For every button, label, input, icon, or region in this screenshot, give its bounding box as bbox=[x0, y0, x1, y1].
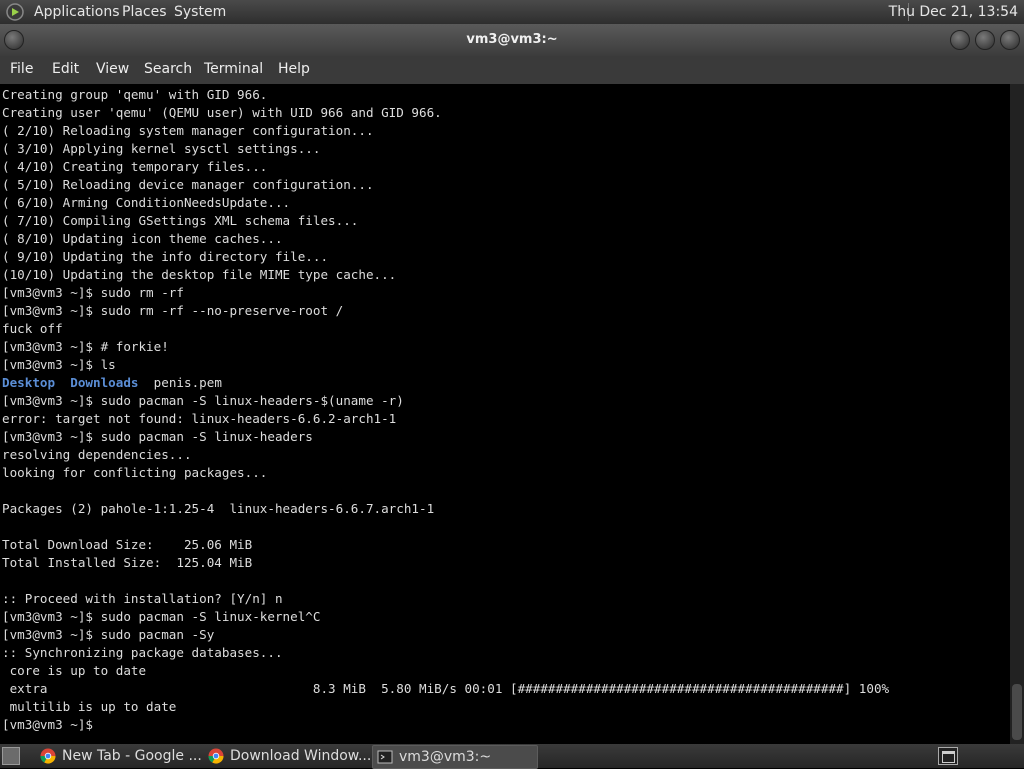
terminal-line: looking for conflicting packages... bbox=[2, 465, 268, 480]
terminal-line: Desktop Downloads penis.pem bbox=[2, 374, 222, 392]
terminal-line: fuck off bbox=[2, 321, 63, 336]
terminal-line: [vm3@vm3 ~]$ ls bbox=[2, 357, 116, 372]
task-label: vm3@vm3:~ bbox=[399, 749, 492, 765]
window-title: vm3@vm3:~ bbox=[466, 32, 558, 47]
terminal-line: [vm3@vm3 ~]$ sudo pacman -S linux-kernel… bbox=[2, 609, 321, 624]
menu-file[interactable]: File bbox=[10, 61, 33, 77]
terminal-line: [vm3@vm3 ~]$ sudo rm -rf --no-preserve-r… bbox=[2, 303, 344, 318]
terminal-line: [vm3@vm3 ~]$ bbox=[2, 717, 101, 732]
ls-directory: Downloads bbox=[70, 375, 139, 390]
terminal-line: ( 7/10) Compiling GSettings XML schema f… bbox=[2, 213, 359, 228]
terminal-line: Creating user 'qemu' (QEMU user) with UI… bbox=[2, 105, 442, 120]
terminal-line: multilib is up to date bbox=[2, 699, 177, 714]
terminal-line: [vm3@vm3 ~]$ # forkie! bbox=[2, 339, 169, 354]
gnome-foot-icon[interactable] bbox=[6, 3, 24, 21]
terminal-line: Creating group 'qemu' with GID 966. bbox=[2, 87, 268, 102]
terminal-line: core is up to date bbox=[2, 663, 147, 678]
terminal-line: [vm3@vm3 ~]$ sudo rm -rf bbox=[2, 285, 184, 300]
terminal-output[interactable]: Creating group 'qemu' with GID 966. Creat… bbox=[0, 84, 1010, 744]
menu-help[interactable]: Help bbox=[278, 61, 310, 77]
terminal-line: ( 2/10) Reloading system manager configu… bbox=[2, 123, 374, 138]
terminal-line: Total Installed Size: 125.04 MiB bbox=[2, 555, 253, 570]
terminal-line: [vm3@vm3 ~]$ sudo pacman -S linux-header… bbox=[2, 429, 313, 444]
task-terminal[interactable]: vm3@vm3:~ bbox=[372, 745, 538, 769]
menu-edit[interactable]: Edit bbox=[52, 61, 79, 77]
clock[interactable]: Thu Dec 21, 13:54 bbox=[889, 4, 1018, 20]
window-titlebar[interactable]: vm3@vm3:~ bbox=[0, 24, 1024, 56]
terminal-line: resolving dependencies... bbox=[2, 447, 192, 462]
menu-terminal[interactable]: Terminal bbox=[204, 61, 263, 77]
scrollbar-thumb[interactable] bbox=[1012, 684, 1022, 740]
terminal-line: Total Download Size: 25.06 MiB bbox=[2, 537, 253, 552]
terminal-line: [vm3@vm3 ~]$ sudo pacman -Sy bbox=[2, 627, 215, 642]
places-menu[interactable]: Places bbox=[122, 4, 167, 20]
ls-directory: Desktop bbox=[2, 375, 56, 390]
task-download-window[interactable]: Download Window... bbox=[204, 745, 371, 767]
ls-file: penis.pem bbox=[153, 375, 222, 390]
chrome-icon bbox=[40, 748, 56, 764]
terminal-line: ( 9/10) Updating the info directory file… bbox=[2, 249, 329, 264]
menu-view[interactable]: View bbox=[96, 61, 129, 77]
terminal-line: ( 3/10) Applying kernel sysctl settings.… bbox=[2, 141, 321, 156]
terminal-scrollbar[interactable] bbox=[1010, 84, 1024, 744]
terminal-line: ( 8/10) Updating icon theme caches... bbox=[2, 231, 283, 246]
terminal-line: ( 4/10) Creating temporary files... bbox=[2, 159, 268, 174]
show-desktop-icon[interactable] bbox=[2, 747, 20, 765]
terminal-line: extra 8.3 MiB 5.80 MiB/s 00:01 [########… bbox=[2, 681, 890, 696]
minimize-button[interactable] bbox=[950, 30, 970, 50]
task-new-tab[interactable]: New Tab - Google ... bbox=[36, 745, 202, 767]
terminal-line: error: target not found: linux-headers-6… bbox=[2, 411, 397, 426]
maximize-button[interactable] bbox=[975, 30, 995, 50]
system-menu[interactable]: System bbox=[174, 4, 226, 20]
applications-menu[interactable]: Applications bbox=[34, 4, 120, 20]
tray-terminal-icon[interactable] bbox=[938, 747, 958, 765]
terminal-line: :: Synchronizing package databases... bbox=[2, 645, 283, 660]
terminal-line: Packages (2) pahole-1:1.25-4 linux-heade… bbox=[2, 501, 435, 516]
terminal-line: [vm3@vm3 ~]$ sudo pacman -S linux-header… bbox=[2, 393, 404, 408]
menu-search[interactable]: Search bbox=[144, 61, 192, 77]
terminal-icon bbox=[377, 750, 393, 764]
task-label: Download Window... bbox=[230, 748, 372, 764]
terminal-line: ( 6/10) Arming ConditionNeedsUpdate... bbox=[2, 195, 291, 210]
terminal-line: ( 5/10) Reloading device manager configu… bbox=[2, 177, 374, 192]
task-label: New Tab - Google ... bbox=[62, 748, 202, 764]
chrome-icon bbox=[208, 748, 224, 764]
terminal-line: (10/10) Updating the desktop file MIME t… bbox=[2, 267, 397, 282]
bottom-taskbar: New Tab - Google ... Download Window... … bbox=[0, 744, 1024, 769]
top-panel: Applications Places System Thu Dec 21, 1… bbox=[0, 0, 1024, 24]
menu-bar: File Edit View Search Terminal Help bbox=[0, 56, 1024, 84]
close-button[interactable] bbox=[1000, 30, 1020, 50]
terminal-line: :: Proceed with installation? [Y/n] n bbox=[2, 591, 283, 606]
